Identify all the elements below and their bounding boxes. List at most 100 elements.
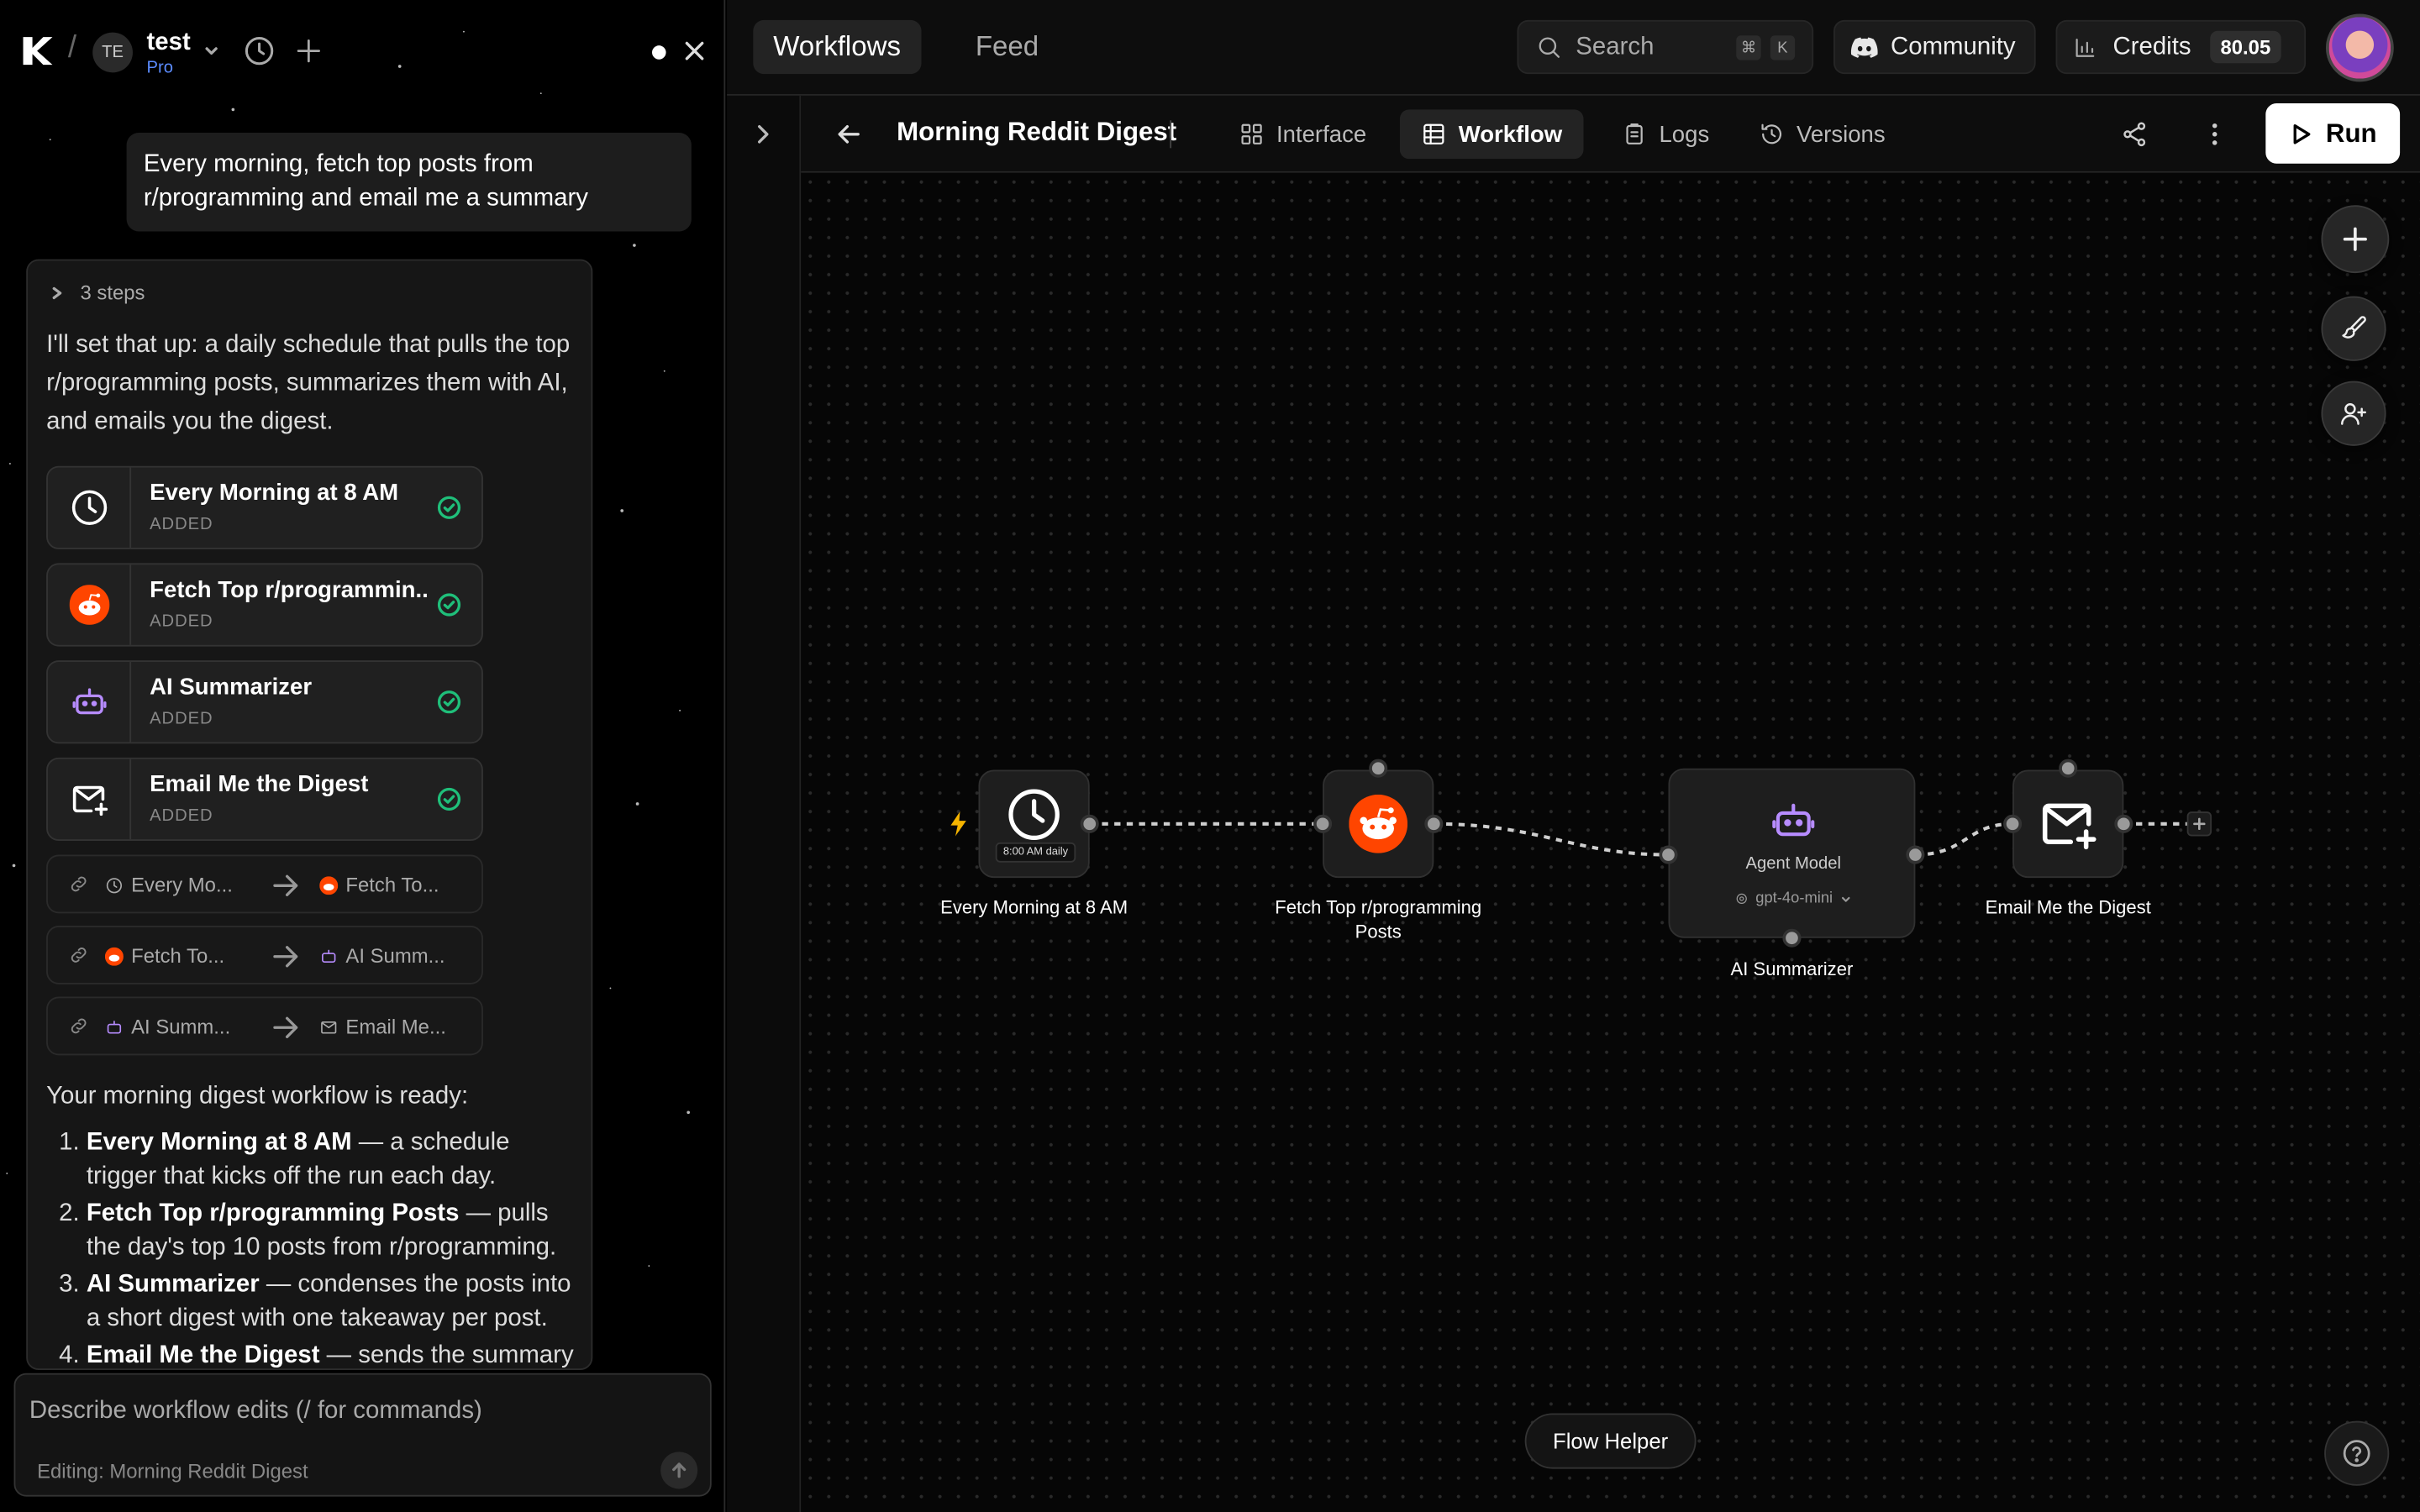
summary-item: Email Me the Digest — sends the summary bbox=[86, 1339, 583, 1369]
chat-composer: Editing: Morning Reddit Digest bbox=[13, 1373, 712, 1497]
model-selector[interactable]: gpt-4o-mini bbox=[1670, 890, 1917, 907]
added-node-card[interactable]: AI Summarizer ADDED bbox=[46, 660, 483, 744]
arrow-up-icon bbox=[672, 1462, 687, 1478]
workspace-name[interactable]: test bbox=[146, 29, 190, 57]
summary-item-title: Email Me the Digest bbox=[86, 1341, 320, 1369]
added-node-card[interactable]: Every Morning at 8 AM ADDED bbox=[46, 465, 483, 549]
workflow-canvas[interactable]: 8:00 AM daily Every Morning at 8 AM Fetc… bbox=[801, 172, 2420, 1512]
search-box[interactable]: Search ⌘ K bbox=[1517, 19, 1814, 75]
add-node-button[interactable] bbox=[2321, 205, 2390, 274]
tab-feed[interactable]: Feed bbox=[955, 20, 1059, 74]
help-button[interactable] bbox=[2324, 1420, 2390, 1486]
app-logo[interactable] bbox=[18, 33, 55, 70]
tab-logs[interactable]: Logs bbox=[1601, 109, 1731, 159]
edge[interactable] bbox=[1434, 822, 1669, 857]
tab-label: Versions bbox=[1796, 121, 1886, 148]
summary-item: Fetch Top r/programming Posts — pulls th… bbox=[87, 1197, 583, 1265]
connection-row[interactable]: AI Summ... Email Me... bbox=[46, 996, 483, 1056]
edge[interactable] bbox=[1915, 822, 2013, 857]
add-next-node-button[interactable] bbox=[2186, 811, 2212, 837]
node-card-title: Email Me the Digest bbox=[150, 771, 369, 798]
node-label: Fetch Top r/programming Posts bbox=[1275, 896, 1482, 943]
output-port[interactable] bbox=[2114, 814, 2133, 833]
toolbar-divider bbox=[1170, 120, 1172, 149]
invite-collaborator-button[interactable] bbox=[2321, 381, 2386, 446]
tab-interface[interactable]: Interface bbox=[1218, 109, 1388, 159]
new-chat-plus-icon[interactable] bbox=[293, 35, 324, 66]
workflow-edit-input[interactable] bbox=[15, 1374, 710, 1449]
connection-row[interactable]: Every Mo... Fetch To... bbox=[46, 854, 483, 914]
check-circle-icon bbox=[437, 496, 461, 520]
added-node-card[interactable]: Email Me the Digest ADDED bbox=[46, 757, 483, 842]
node-ai-agent[interactable]: Agent Model gpt-4o-mini bbox=[1668, 768, 1917, 938]
arrow-right-icon bbox=[273, 874, 298, 896]
lightning-icon bbox=[950, 811, 968, 837]
connection-row[interactable]: Fetch To... AI Summ... bbox=[46, 926, 483, 984]
node-schedule-trigger[interactable]: 8:00 AM daily bbox=[978, 769, 1090, 879]
node-reddit-fetch[interactable] bbox=[1323, 769, 1434, 879]
tab-versions[interactable]: Versions bbox=[1738, 109, 1907, 159]
output-port[interactable] bbox=[1424, 814, 1444, 833]
share-button[interactable] bbox=[2121, 120, 2149, 148]
summary-item-title: AI Summarizer bbox=[86, 1271, 260, 1298]
added-node-card[interactable]: Fetch Top r/programmin... ADDED bbox=[46, 563, 483, 647]
more-options-button[interactable] bbox=[2201, 120, 2228, 148]
send-button[interactable] bbox=[660, 1452, 698, 1489]
close-icon[interactable] bbox=[682, 39, 707, 63]
input-port[interactable] bbox=[1659, 845, 1678, 864]
input-port[interactable] bbox=[2003, 814, 2023, 833]
robot-icon bbox=[107, 1020, 122, 1033]
flow-helper-button[interactable]: Flow Helper bbox=[1524, 1413, 1697, 1469]
connection-to: Fetch To... bbox=[345, 873, 439, 897]
node-card-status: ADDED bbox=[150, 709, 213, 728]
output-port[interactable] bbox=[1080, 814, 1099, 833]
discord-icon bbox=[1850, 36, 1878, 58]
top-nav: Workflows Feed Search ⌘ K Community Cred… bbox=[727, 0, 2420, 96]
arrow-right-icon bbox=[273, 946, 298, 968]
mail-icon bbox=[321, 1021, 337, 1033]
tab-label: Logs bbox=[1659, 121, 1710, 148]
user-plus-icon bbox=[2341, 402, 2367, 425]
input-port[interactable] bbox=[1369, 759, 1388, 778]
summary-item: AI Summarizer — condenses the posts into… bbox=[87, 1268, 583, 1336]
credits-button[interactable]: Credits 80.05 bbox=[2055, 19, 2307, 75]
link-icon bbox=[71, 948, 87, 963]
assistant-intro: I'll set that up: a daily schedule that … bbox=[46, 331, 571, 435]
input-port[interactable] bbox=[2059, 759, 2078, 778]
tool-port[interactable] bbox=[1782, 928, 1802, 948]
back-button[interactable] bbox=[835, 120, 863, 148]
node-card-title: Fetch Top r/programmin... bbox=[150, 576, 428, 604]
assistant-summary: Your morning digest workflow is ready: E… bbox=[46, 1080, 583, 1369]
steps-toggle[interactable]: 3 steps bbox=[50, 281, 145, 304]
tab-workflow[interactable]: Workflow bbox=[1399, 109, 1584, 160]
summary-intro: Your morning digest workflow is ready: bbox=[46, 1083, 469, 1110]
tab-workflows[interactable]: Workflows bbox=[753, 19, 921, 75]
clock-icon bbox=[1008, 789, 1060, 841]
workspace-avatar[interactable]: TE bbox=[92, 32, 133, 73]
grid-icon bbox=[1241, 123, 1262, 144]
breadcrumb-separator: / bbox=[67, 30, 77, 66]
link-icon bbox=[71, 876, 87, 892]
summary-item-title: Every Morning at 8 AM bbox=[86, 1129, 352, 1156]
search-label: Search bbox=[1576, 34, 1655, 60]
bar-chart-icon bbox=[2075, 38, 2095, 56]
run-button[interactable]: Run bbox=[2265, 103, 2401, 164]
input-port[interactable] bbox=[1313, 814, 1333, 833]
history-icon[interactable] bbox=[242, 34, 276, 67]
chevron-down-icon[interactable] bbox=[203, 42, 221, 60]
community-button[interactable]: Community bbox=[1833, 19, 2036, 75]
workflow-title[interactable]: Morning Reddit Digest bbox=[897, 118, 1176, 149]
node-email[interactable] bbox=[2012, 769, 2124, 879]
node-card-title: Every Morning at 8 AM bbox=[150, 480, 399, 507]
expand-panel-button[interactable] bbox=[750, 122, 775, 146]
node-label: Every Morning at 8 AM bbox=[940, 896, 1128, 918]
more-vertical-icon bbox=[2212, 123, 2217, 145]
mail-plus-icon bbox=[2042, 803, 2096, 850]
user-avatar[interactable] bbox=[2325, 13, 2394, 82]
plus-icon bbox=[2343, 227, 2367, 251]
output-port[interactable] bbox=[1906, 845, 1925, 864]
chevron-down-icon bbox=[1841, 895, 1849, 901]
style-button[interactable] bbox=[2321, 296, 2386, 361]
shortcut-cmd-key: ⌘ bbox=[1736, 35, 1761, 60]
play-icon bbox=[2293, 123, 2311, 144]
